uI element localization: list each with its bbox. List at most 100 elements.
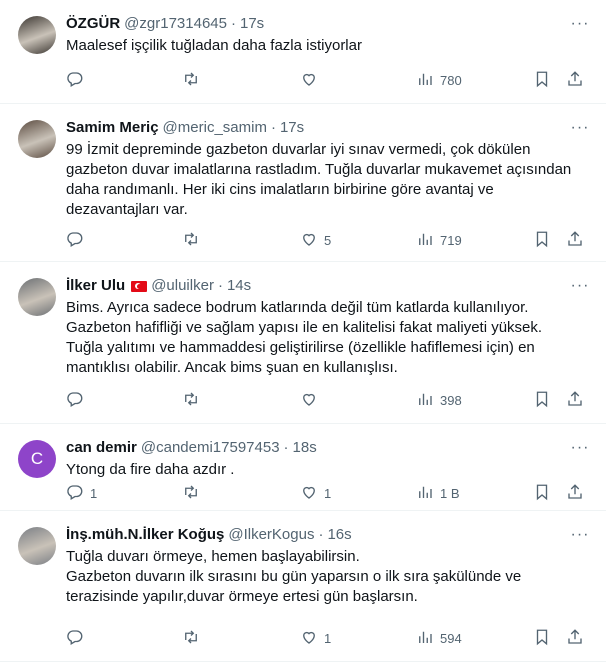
reply-icon <box>66 628 84 649</box>
retweet-button[interactable] <box>182 628 206 648</box>
views-icon <box>416 390 434 411</box>
user-handle[interactable]: @zgr17314645 <box>124 14 227 34</box>
avatar[interactable]: C <box>18 440 56 478</box>
like-button[interactable] <box>300 70 324 90</box>
display-name[interactable]: can demir <box>66 438 137 458</box>
display-name[interactable]: ÖZGÜR <box>66 14 120 34</box>
share-button[interactable] <box>566 483 584 503</box>
tweet-text: Ytong da fire daha azdır . <box>66 460 590 480</box>
display-name[interactable]: Samim Meriç <box>66 118 159 138</box>
tweet-text-line: Tuğla yalıtımı ve hammaddesi geliştirili… <box>66 339 535 356</box>
more-icon: ··· <box>570 119 590 136</box>
avatar[interactable] <box>18 16 56 54</box>
separator-dot: · <box>318 526 324 543</box>
retweet-icon <box>182 628 200 649</box>
share-icon <box>566 628 584 649</box>
view-count: 719 <box>440 232 462 248</box>
user-handle[interactable]: @uluilker <box>151 276 214 296</box>
avatar[interactable] <box>18 120 56 158</box>
separator-dot: · <box>283 439 289 456</box>
tweet[interactable]: İlker Ulu @uluilker · 14s Bims. Ayrıca s… <box>0 262 606 424</box>
tweet[interactable]: İnş.müh.N.İlker Koğuş @IlkerKogus · 16s … <box>0 511 606 662</box>
more-options-button[interactable]: ··· <box>570 438 590 458</box>
tweet[interactable]: ÖZGÜR @zgr17314645 · 17s Maalesef işçili… <box>0 0 606 104</box>
more-options-button[interactable]: ··· <box>570 118 590 138</box>
tweet-text-line: 99 İzmit depreminde gazbeton duvarlar iy… <box>66 141 531 158</box>
like-button[interactable] <box>300 390 324 410</box>
views-icon <box>416 483 434 504</box>
share-icon <box>566 70 584 91</box>
like-button[interactable]: 1 <box>300 628 331 648</box>
retweet-button[interactable] <box>182 390 206 410</box>
user-handle[interactable]: @meric_samim <box>163 118 267 138</box>
tweet-header: İnş.müh.N.İlker Koğuş @IlkerKogus · 16s <box>66 525 590 545</box>
bookmark-button[interactable] <box>533 628 551 648</box>
share-icon <box>566 230 584 251</box>
bookmark-button[interactable] <box>533 390 551 410</box>
timestamp[interactable]: 16s <box>327 525 351 545</box>
share-button[interactable] <box>566 230 584 250</box>
tweet-text-line: Gazbeton duvarın ilk sırasını bu gün yap… <box>66 568 522 585</box>
more-options-button[interactable]: ··· <box>570 525 590 545</box>
timestamp[interactable]: 14s <box>227 276 251 296</box>
reply-icon <box>66 390 84 411</box>
views-button[interactable]: 594 <box>416 628 462 648</box>
like-icon <box>300 230 318 251</box>
more-icon: ··· <box>570 277 590 294</box>
timestamp[interactable]: 17s <box>280 118 304 138</box>
share-button[interactable] <box>566 70 584 90</box>
views-button[interactable]: 1 B <box>416 483 460 503</box>
bookmark-button[interactable] <box>533 483 551 503</box>
bookmark-button[interactable] <box>533 230 551 250</box>
reply-button[interactable]: 1 <box>66 483 97 503</box>
views-button[interactable]: 719 <box>416 230 462 250</box>
like-count: 5 <box>324 232 332 248</box>
tweet-text-line: daha randımanlı. Her iki cins imalatları… <box>66 181 494 198</box>
more-icon: ··· <box>570 439 590 456</box>
share-button[interactable] <box>566 628 584 648</box>
views-button[interactable]: 398 <box>416 390 462 410</box>
views-icon <box>416 628 434 649</box>
reply-button[interactable] <box>66 70 90 90</box>
tweet[interactable]: Samim Meriç @meric_samim · 17s 99 İzmit … <box>0 104 606 262</box>
views-button[interactable]: 780 <box>416 70 462 90</box>
retweet-button[interactable] <box>182 483 206 503</box>
bookmark-button[interactable] <box>533 70 551 90</box>
tweet-text-line: Bims. Ayrıca sadece bodrum katlarında de… <box>66 299 529 316</box>
reply-icon <box>66 70 84 91</box>
turkey-flag-icon <box>131 280 148 292</box>
like-button[interactable]: 1 <box>300 483 331 503</box>
more-options-button[interactable]: ··· <box>570 14 590 34</box>
avatar[interactable] <box>18 278 56 316</box>
retweet-icon <box>182 70 200 91</box>
separator-dot: · <box>230 15 236 32</box>
display-name[interactable]: İlker Ulu <box>66 276 125 296</box>
bookmark-icon <box>533 628 551 649</box>
reply-button[interactable] <box>66 390 90 410</box>
timestamp[interactable]: 18s <box>293 438 317 458</box>
like-button[interactable]: 5 <box>300 230 331 250</box>
share-button[interactable] <box>566 390 584 410</box>
retweet-button[interactable] <box>182 230 206 250</box>
tweet-text-line: Maalesef işçilik tuğladan daha fazla ist… <box>66 37 362 54</box>
tweet-body: İlker Ulu @uluilker · 14s Bims. Ayrıca s… <box>66 276 590 378</box>
display-name[interactable]: İnş.müh.N.İlker Koğuş <box>66 525 224 545</box>
user-handle[interactable]: @candemi17597453 <box>141 438 280 458</box>
tweet-text-line: Tuğla duvarı örmeye, hemen başlayabilirs… <box>66 548 360 565</box>
more-options-button[interactable]: ··· <box>570 276 590 296</box>
tweet-body: can demir @candemi17597453 · 18s Ytong d… <box>66 438 590 480</box>
tweet-header: can demir @candemi17597453 · 18s <box>66 438 590 458</box>
user-handle[interactable]: @IlkerKogus <box>228 525 314 545</box>
reply-button[interactable] <box>66 628 90 648</box>
like-count: 1 <box>324 630 332 646</box>
tweet-body: İnş.müh.N.İlker Koğuş @IlkerKogus · 16s … <box>66 525 590 607</box>
timeline: ÖZGÜR @zgr17314645 · 17s Maalesef işçili… <box>0 0 606 662</box>
bookmark-icon <box>533 70 551 91</box>
share-icon <box>566 483 584 504</box>
reply-button[interactable] <box>66 230 90 250</box>
timestamp[interactable]: 17s <box>240 14 264 34</box>
avatar-letter: C <box>30 449 44 468</box>
avatar[interactable] <box>18 527 56 565</box>
tweet[interactable]: C can demir @candemi17597453 · 18s Ytong… <box>0 424 606 511</box>
retweet-button[interactable] <box>182 70 206 90</box>
